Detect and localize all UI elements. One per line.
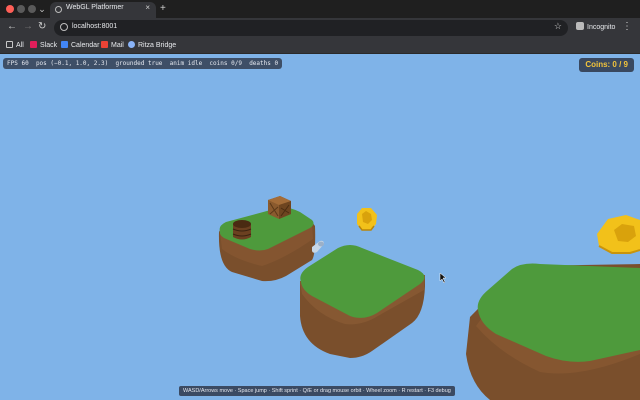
grounded-value: true — [147, 60, 163, 67]
tab-title: WebGL Platformer — [66, 4, 124, 11]
globe-icon — [55, 6, 62, 13]
bookmark-label: Calendar — [71, 42, 100, 49]
game-canvas[interactable]: FPS 60 pos (−0.1, 1.0, 2.3) grounded tru… — [0, 54, 640, 400]
pos-value: (−0.1, 1.0, 2.3) — [50, 60, 109, 67]
barrel — [232, 220, 252, 240]
bookmarks-bar: All Slack Calendar Mail Ritza Bridge — [0, 38, 640, 54]
deaths-value: 0 — [274, 60, 279, 67]
incognito-icon — [576, 22, 584, 30]
close-window-button[interactable] — [6, 5, 14, 13]
coin — [357, 208, 377, 231]
coins-counter: Coins: 0 / 9 — [579, 58, 634, 72]
new-tab-button[interactable]: + — [160, 3, 166, 14]
browser-toolbar: ← → ↻ localhost:8001 ☆ Incognito ⋮ — [0, 18, 640, 38]
browser-menu-icon[interactable]: ⋮ — [622, 21, 632, 32]
coins-label: coins — [209, 60, 228, 67]
deaths-label: deaths — [249, 60, 271, 67]
tab-search-chevron-icon[interactable]: ⌄ — [36, 3, 48, 15]
anim-value: idle — [187, 60, 203, 67]
reload-icon[interactable]: ↻ — [38, 21, 46, 32]
bookmark-calendar[interactable]: Calendar — [61, 41, 99, 49]
incognito-indicator[interactable]: Incognito — [576, 22, 615, 31]
floating-island-left — [218, 207, 316, 282]
controls-help: WASD/Arrows move · Space jump · Shift sp… — [179, 386, 455, 396]
tab-strip: ⌄ WebGL Platformer × + — [0, 0, 640, 18]
anim-label: anim — [169, 60, 185, 67]
calendar-icon — [61, 41, 68, 48]
site-info-icon[interactable] — [60, 23, 68, 31]
bookmark-ritza-bridge[interactable]: Ritza Bridge — [128, 41, 176, 49]
incognito-label: Incognito — [587, 24, 616, 31]
maximize-window-button[interactable] — [28, 5, 36, 13]
bookmark-label: Slack — [40, 42, 58, 49]
url-text[interactable]: localhost:8001 — [72, 23, 117, 30]
bookmark-label: All — [16, 42, 24, 49]
coin — [597, 215, 640, 254]
debug-overlay: FPS 60 pos (−0.1, 1.0, 2.3) grounded tru… — [3, 58, 283, 69]
floating-island-middle — [300, 245, 425, 358]
browser-chrome: ⌄ WebGL Platformer × + ← → ↻ localhost:8… — [0, 0, 640, 54]
pos-label: pos — [35, 60, 47, 67]
minimize-window-button[interactable] — [17, 5, 25, 13]
tab-webgl-platformer[interactable]: WebGL Platformer × — [50, 2, 156, 18]
bookmark-slack[interactable]: Slack — [30, 41, 57, 49]
rocket-icon — [128, 41, 135, 48]
grounded-label: grounded — [115, 60, 145, 67]
slack-icon — [30, 41, 37, 48]
bookmark-star-icon[interactable]: ☆ — [554, 21, 562, 32]
fps-label: FPS — [7, 60, 18, 67]
bookmark-mail[interactable]: Mail — [101, 41, 124, 49]
gmail-icon — [101, 41, 108, 48]
tab-close-icon[interactable]: × — [145, 3, 150, 12]
folder-icon — [6, 41, 13, 48]
bookmark-all[interactable]: All — [6, 41, 24, 49]
bookmark-label: Ritza Bridge — [138, 42, 177, 49]
forward-arrow-icon[interactable]: → — [23, 21, 33, 32]
bookmark-label: Mail — [111, 42, 124, 49]
coins-value: 0/9 — [231, 60, 242, 67]
back-arrow-icon[interactable]: ← — [7, 21, 17, 32]
fps-value: 60 — [21, 60, 29, 67]
mouse-cursor — [439, 272, 447, 284]
address-bar[interactable]: localhost:8001 ☆ — [54, 20, 568, 36]
game-scene[interactable] — [0, 54, 640, 400]
floating-island-right — [466, 263, 640, 400]
